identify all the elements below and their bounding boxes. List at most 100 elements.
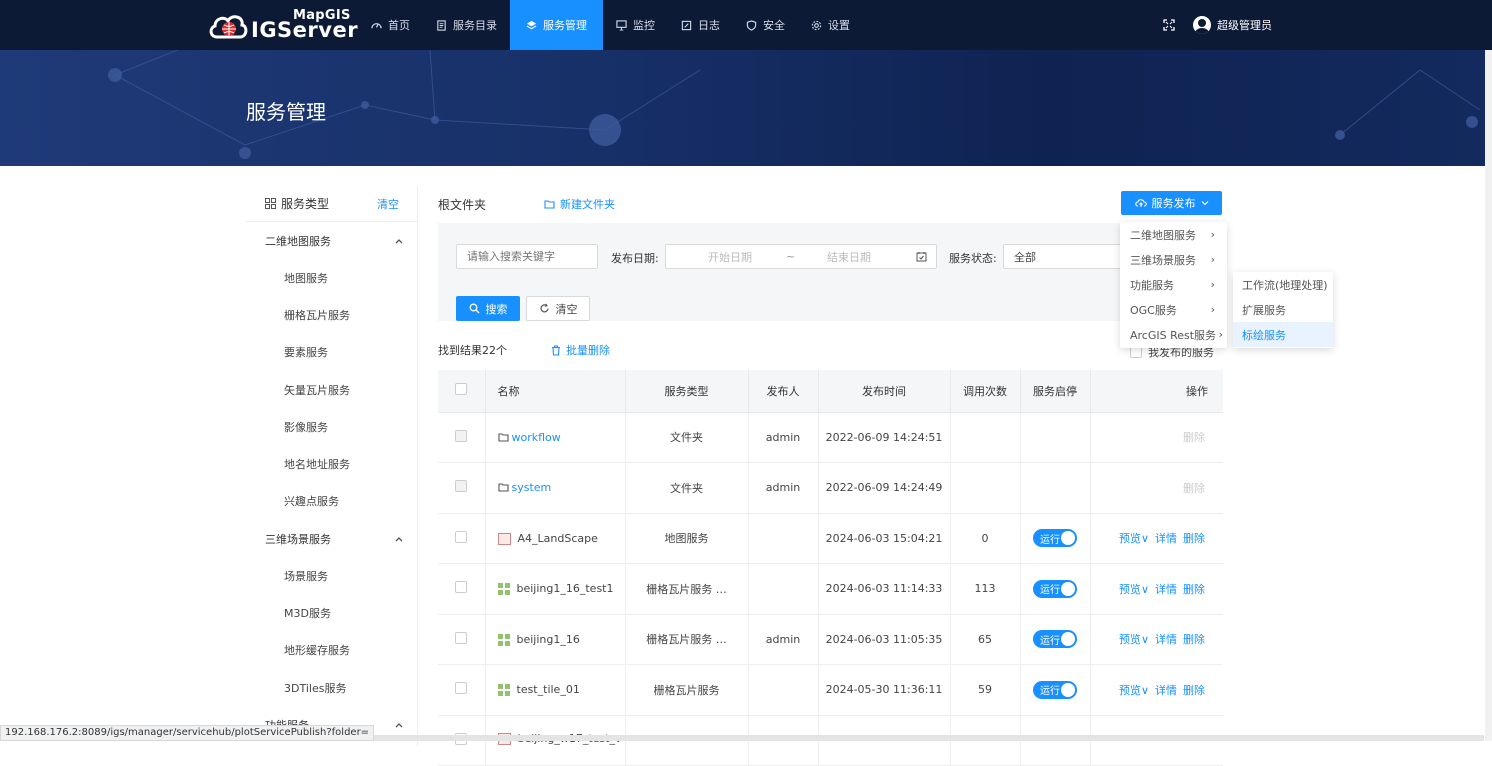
col-header-time[interactable]: 发布时间	[818, 370, 951, 413]
toggle-knob	[1061, 632, 1075, 647]
nav-monitor[interactable]: 监控	[603, 0, 668, 50]
row-name[interactable]: test_tile_01	[517, 683, 580, 696]
preview-dropdown[interactable]: 预览∨	[1119, 684, 1149, 697]
sidebar-group-3d[interactable]: 三维场景服务	[246, 520, 417, 557]
toggle-label: 运行	[1040, 686, 1060, 698]
detail-link[interactable]: 详情	[1155, 583, 1177, 596]
preview-dropdown[interactable]: 预览∨	[1119, 532, 1149, 545]
menu-item-arcgis-rest[interactable]: ArcGIS Rest服务 ›	[1120, 322, 1227, 347]
row-checkbox[interactable]	[455, 682, 468, 695]
row-name[interactable]: A4_LandScape	[518, 532, 598, 545]
table-row: A4_LandScape 地图服务 2024-06-03 15:04:21 0 …	[438, 513, 1223, 564]
delete-link[interactable]: 删除	[1183, 633, 1205, 646]
col-header-name[interactable]: 名称	[485, 370, 626, 413]
batch-delete-button[interactable]: 批量删除	[551, 342, 610, 358]
menu-item-2d-map[interactable]: 二维地图服务 ›	[1120, 222, 1227, 247]
sidebar-item-image[interactable]: 影像服务	[246, 408, 417, 445]
sidebar-clear-link[interactable]: 清空	[377, 196, 399, 212]
shield-icon	[746, 19, 757, 31]
col-header-calls[interactable]: 调用次数	[950, 370, 1021, 413]
preview-dropdown[interactable]: 预览∨	[1119, 633, 1149, 646]
result-bar: 找到结果22个 批量删除	[438, 340, 610, 360]
date-range-picker[interactable]: 开始日期 ~ 结束日期	[665, 244, 937, 269]
row-publisher: admin	[748, 462, 819, 514]
nav-catalog[interactable]: 服务目录	[423, 0, 510, 50]
sidebar-item-map-service[interactable]: 地图服务	[246, 259, 417, 296]
trash-icon	[552, 344, 560, 356]
tile-icon	[497, 684, 510, 697]
mapgis-logo[interactable]: MapGIS IGServer	[207, 8, 358, 42]
col-header-switch[interactable]: 服务启停	[1020, 370, 1091, 413]
new-folder-button[interactable]: 新建文件夹	[544, 196, 615, 212]
end-date-placeholder[interactable]: 结束日期	[827, 249, 871, 265]
nav-home[interactable]: 首页	[358, 0, 423, 50]
row-checkbox[interactable]	[455, 581, 468, 594]
delete-link[interactable]: 删除	[1183, 482, 1205, 495]
menu-item-ogc[interactable]: OGC服务 ›	[1120, 297, 1227, 322]
nav-log[interactable]: 日志	[668, 0, 733, 50]
publish-dropdown-menu: 二维地图服务 › 三维场景服务 › 功能服务 › OGC服务 › ArcGIS Rest…	[1120, 222, 1227, 348]
run-toggle[interactable]: 运行	[1033, 529, 1077, 548]
row-type: 栅格瓦片服务 …	[625, 614, 749, 665]
clear-button[interactable]: 清空	[526, 296, 590, 321]
keyword-search-input[interactable]	[456, 244, 598, 269]
sidebar-item-feature[interactable]: 要素服务	[246, 334, 417, 371]
breadcrumb[interactable]: 根文件夹	[438, 196, 486, 213]
sidebar-item-poi[interactable]: 兴趣点服务	[246, 483, 417, 520]
delete-link[interactable]: 删除	[1183, 532, 1205, 545]
row-checkbox[interactable]	[455, 480, 468, 493]
row-name-link[interactable]: workflow	[512, 431, 561, 444]
sidebar-header: 服务类型 清空	[246, 186, 417, 222]
submenu-item-extension[interactable]: 扩展服务	[1233, 297, 1333, 322]
delete-link[interactable]: 删除	[1183, 431, 1205, 444]
nav-settings[interactable]: 设置	[798, 0, 863, 50]
search-button[interactable]: 搜索	[456, 296, 520, 321]
chevron-up-icon	[395, 238, 403, 243]
row-checkbox[interactable]	[455, 631, 468, 644]
sidebar-item-3dtiles[interactable]: 3DTiles服务	[246, 669, 417, 706]
nav-security[interactable]: 安全	[733, 0, 798, 50]
col-header-publisher[interactable]: 发布人	[748, 370, 819, 413]
preview-dropdown[interactable]: 预览∨	[1119, 583, 1149, 596]
publish-service-button[interactable]: 服务发布	[1121, 191, 1222, 215]
select-all-checkbox[interactable]	[455, 383, 468, 396]
row-type: 地图服务	[625, 513, 749, 564]
detail-link[interactable]: 详情	[1155, 633, 1177, 646]
row-name-link[interactable]: system	[512, 481, 552, 494]
toggle-label: 运行	[1040, 635, 1060, 647]
sidebar-item-scene[interactable]: 场景服务	[246, 557, 417, 594]
run-toggle[interactable]: 运行	[1033, 680, 1077, 699]
sidebar-group-2d[interactable]: 二维地图服务	[246, 222, 417, 259]
menu-item-function[interactable]: 功能服务 ›	[1120, 272, 1227, 297]
fullscreen-icon[interactable]	[1163, 19, 1175, 31]
row-publisher	[748, 563, 819, 615]
detail-link[interactable]: 详情	[1155, 532, 1177, 545]
row-name[interactable]: beijing1_16_test1	[517, 582, 614, 595]
submenu-item-plot[interactable]: 标绘服务	[1233, 322, 1333, 347]
detail-link[interactable]: 详情	[1155, 684, 1177, 697]
delete-link[interactable]: 删除	[1183, 684, 1205, 697]
row-name[interactable]: beijing1_16	[517, 633, 580, 646]
sidebar-item-vector-tile[interactable]: 矢量瓦片服务	[246, 371, 417, 408]
sidebar-item-geocode[interactable]: 地名地址服务	[246, 445, 417, 482]
map-icon	[497, 532, 511, 545]
start-date-placeholder[interactable]: 开始日期	[708, 249, 752, 265]
row-checkbox[interactable]	[455, 530, 468, 543]
run-toggle[interactable]: 运行	[1033, 579, 1077, 598]
sidebar-item-raster-tile[interactable]: 栅格瓦片服务	[246, 296, 417, 333]
sidebar-item-terrain-cache[interactable]: 地形缓存服务	[246, 632, 417, 669]
status-select[interactable]: 全部	[1003, 244, 1123, 269]
run-toggle[interactable]: 运行	[1033, 630, 1077, 649]
publish-label: 服务发布	[1151, 197, 1196, 210]
main-panel: 根文件夹 新建文件夹 服务发布 发布日期: 开始日期 ~ 结束日期 服务状态: …	[438, 186, 1223, 766]
menu-item-3d-scene[interactable]: 三维场景服务 ›	[1120, 247, 1227, 272]
row-time: 2024-05-30 11:36:11	[818, 664, 951, 716]
col-header-type[interactable]: 服务类型	[625, 370, 749, 413]
vertical-scrollbar[interactable]	[1485, 50, 1492, 741]
submenu-item-workflow[interactable]: 工作流(地理处理)	[1233, 272, 1333, 297]
sidebar-item-m3d[interactable]: M3D服务	[246, 594, 417, 631]
delete-link[interactable]: 删除	[1183, 583, 1205, 596]
user-menu[interactable]: 超级管理员	[1193, 16, 1272, 34]
row-checkbox[interactable]	[455, 429, 468, 442]
nav-service-manage[interactable]: 服务管理	[510, 0, 603, 50]
